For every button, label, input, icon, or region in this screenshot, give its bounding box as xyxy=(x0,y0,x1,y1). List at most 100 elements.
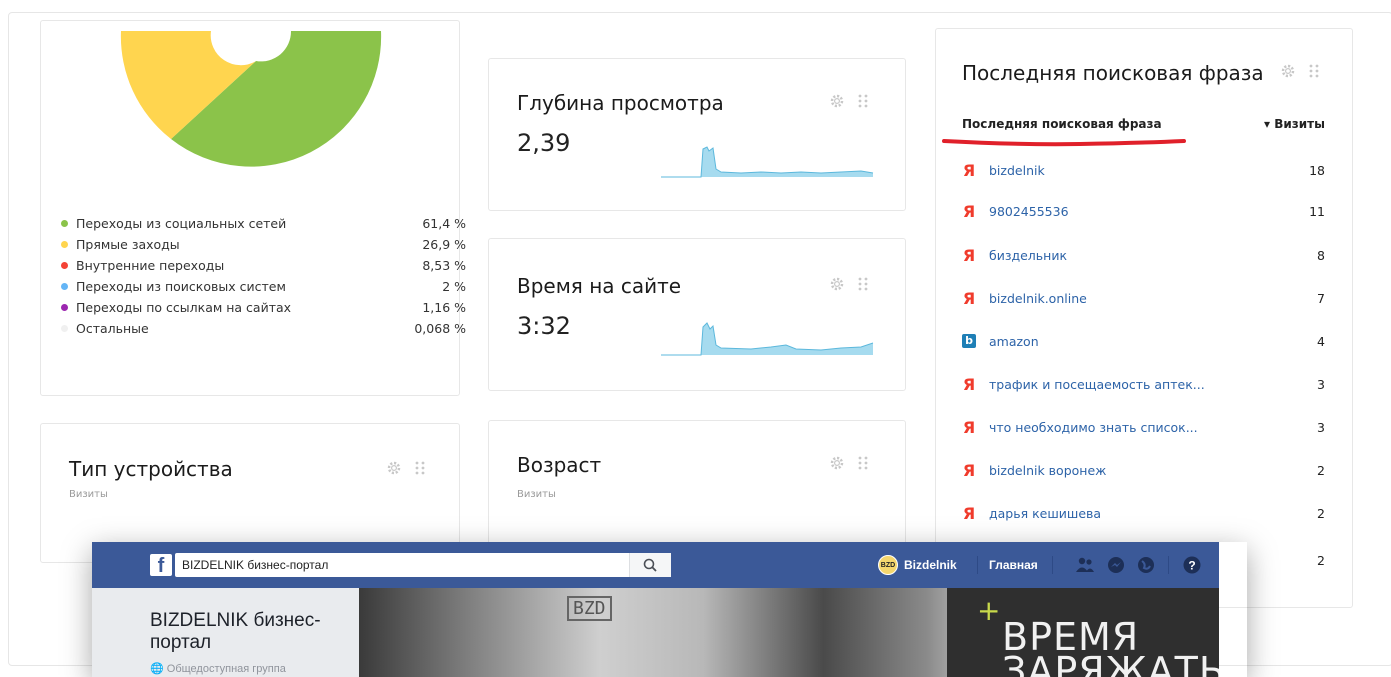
legend-row[interactable]: Прямые заходы 26,9 % xyxy=(61,234,466,255)
legend-dot xyxy=(61,283,68,290)
table-row[interactable]: b amazon 4 xyxy=(962,331,1325,351)
traffic-sources-widget: Переходы из социальных сетей 61,4 % Прямы… xyxy=(40,20,466,396)
globe-icon[interactable] xyxy=(1136,555,1156,575)
legend-row[interactable]: Переходы из поисковых систем 2 % xyxy=(61,276,466,297)
legend-value: 2 % xyxy=(442,279,466,294)
visits-count: 8 xyxy=(1317,247,1325,263)
facebook-group-screenshot: f BIZDELNIK бизнес-портал BZD Bizdelnik … xyxy=(92,542,1247,677)
search-phrase-link[interactable]: bizdelnik.online xyxy=(989,291,1285,306)
table-row[interactable]: Ядарья кешишева 2 xyxy=(962,503,1325,523)
drag-handle-icon[interactable] xyxy=(857,455,869,471)
column-header-visits[interactable]: ▾ Визиты xyxy=(1264,117,1325,131)
yandex-icon: Я xyxy=(962,374,976,394)
help-icon[interactable]: ? xyxy=(1182,555,1202,575)
legend-row[interactable]: Переходы из социальных сетей 61,4 % xyxy=(61,213,466,234)
legend-dot xyxy=(61,304,68,311)
search-phrase-link[interactable]: дарья кешишева xyxy=(989,506,1285,521)
search-phrase-link[interactable]: bizdelnik воронеж xyxy=(989,463,1285,478)
table-row[interactable]: Яbizdelnik.online 7 xyxy=(962,288,1325,308)
friends-icon[interactable] xyxy=(1075,555,1095,575)
group-sidebar: BIZDELNIK бизнес-портал 🌐 Общедоступная … xyxy=(92,588,359,677)
cover-bzd-sign: BZD xyxy=(567,596,612,621)
cover-text: ВРЕМЯ ЗАРЯЖАТЬ xyxy=(1002,618,1219,677)
bing-icon: b xyxy=(962,334,976,348)
search-phrase-link[interactable]: amazon xyxy=(989,334,1285,349)
table-row[interactable]: Яbizdelnik 18 xyxy=(962,160,1325,180)
visits-count: 2 xyxy=(1317,462,1325,478)
search-icon xyxy=(643,558,657,572)
search-button[interactable] xyxy=(629,553,671,577)
traffic-donut-chart xyxy=(120,31,382,167)
time-on-site-widget: Время на сайте 3:32 xyxy=(488,238,906,391)
column-header-phrase[interactable]: Последняя поисковая фраза xyxy=(962,117,1162,131)
widget-title: Время на сайте xyxy=(517,274,682,298)
drag-handle-icon[interactable] xyxy=(857,276,869,292)
gear-icon[interactable] xyxy=(829,276,845,292)
legend-row[interactable]: Внутренние переходы 8,53 % xyxy=(61,255,466,276)
legend-label: Внутренние переходы xyxy=(76,258,225,273)
visits-count: 3 xyxy=(1317,376,1325,392)
group-type: 🌐 Общедоступная группа xyxy=(150,662,286,675)
depth-sparkline xyxy=(661,146,874,178)
table-row[interactable]: Яbizdelnik воронеж 2 xyxy=(962,460,1325,480)
table-header: Последняя поисковая фраза ▾ Визиты xyxy=(962,117,1325,131)
gear-icon[interactable] xyxy=(829,455,845,471)
table-row[interactable]: Ябиздельник 8 xyxy=(962,245,1325,265)
legend-value: 8,53 % xyxy=(422,258,466,273)
legend-dot xyxy=(61,241,68,248)
drag-handle-icon[interactable] xyxy=(414,460,426,476)
profile-link[interactable]: BZD Bizdelnik xyxy=(878,555,957,575)
yandex-icon: Я xyxy=(962,417,976,437)
widget-title: Тип устройства xyxy=(69,457,233,481)
time-sparkline xyxy=(661,322,874,356)
cover-text-line: ЗАРЯЖАТЬ xyxy=(1002,649,1219,677)
depth-widget: Глубина просмотра 2,39 xyxy=(488,58,906,211)
gear-icon[interactable] xyxy=(1280,63,1296,79)
cover-plus-sign: + xyxy=(977,594,1001,627)
search-phrase-link[interactable]: 9802455536 xyxy=(989,204,1285,219)
yandex-icon: Я xyxy=(962,460,976,480)
drag-handle-icon[interactable] xyxy=(1308,63,1320,79)
svg-text:?: ? xyxy=(1188,559,1195,573)
visits-count: 18 xyxy=(1309,162,1325,178)
gear-icon[interactable] xyxy=(386,460,402,476)
widget-controls xyxy=(1280,63,1320,79)
home-link[interactable]: Главная xyxy=(989,558,1038,572)
widget-title: Глубина просмотра xyxy=(517,91,724,115)
drag-handle-icon[interactable] xyxy=(857,93,869,109)
gear-icon[interactable] xyxy=(829,93,845,109)
widget-controls xyxy=(829,276,869,292)
visits-count: 4 xyxy=(1317,333,1325,349)
table-row[interactable]: Ятрафик и посещаемость аптек... 3 xyxy=(962,374,1325,394)
search-phrase-link[interactable]: bizdelnik xyxy=(989,163,1285,178)
widget-title: Последняя поисковая фраза xyxy=(962,61,1264,85)
yandex-icon: Я xyxy=(962,245,976,265)
legend-label: Остальные xyxy=(76,321,149,336)
widget-title: Возраст xyxy=(517,453,602,477)
legend-value: 0,068 % xyxy=(414,321,466,336)
yandex-icon: Я xyxy=(962,160,976,180)
avatar: BZD xyxy=(878,555,898,575)
red-underline-annotation xyxy=(942,139,1186,147)
table-row[interactable]: Я 9802455536 11 xyxy=(962,201,1325,221)
table-row[interactable]: Ячто необходимо знать список... 3 xyxy=(962,417,1325,437)
legend-label: Переходы по ссылкам на сайтах xyxy=(76,300,292,315)
widget-value: 2,39 xyxy=(517,129,571,157)
legend-row[interactable]: Остальные 0,068 % xyxy=(61,318,466,339)
legend-row[interactable]: Переходы по ссылкам на сайтах 1,16 % xyxy=(61,297,466,318)
legend-dot xyxy=(61,325,68,332)
search-phrase-link[interactable]: что необходимо знать список... xyxy=(989,420,1285,435)
search-phrase-link[interactable]: биздельник xyxy=(989,248,1285,263)
facebook-logo-icon[interactable]: f xyxy=(150,554,172,576)
widget-controls xyxy=(829,455,869,471)
yandex-icon: Я xyxy=(962,503,976,523)
messenger-icon[interactable] xyxy=(1106,555,1126,575)
cover-photo[interactable]: BZD + ВРЕМЯ ЗАРЯЖАТЬ xyxy=(359,588,1219,677)
search-input[interactable]: BIZDELNIK бизнес-портал xyxy=(175,553,671,577)
yandex-icon: Я xyxy=(962,288,976,308)
legend-value: 26,9 % xyxy=(422,237,466,252)
legend-value: 61,4 % xyxy=(422,216,466,231)
search-phrase-link[interactable]: трафик и посещаемость аптек... xyxy=(989,377,1285,392)
group-name[interactable]: BIZDELNIK бизнес-портал xyxy=(150,610,360,654)
visits-count: 7 xyxy=(1317,290,1325,306)
